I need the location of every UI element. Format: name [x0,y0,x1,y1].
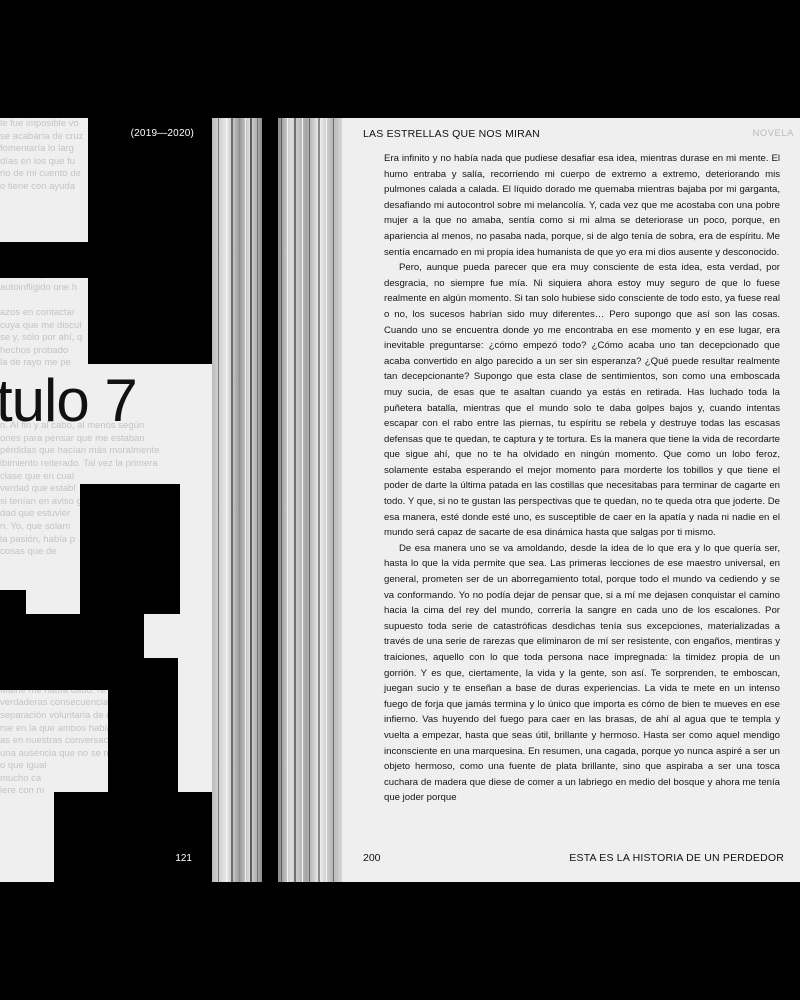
black-block [0,242,90,278]
chapter-title: tulo 7 [0,367,138,434]
paragraph: Era infinito y no había nada que pudiese… [384,153,780,258]
left-page-edges [212,118,262,882]
black-block [54,792,212,882]
show-through-line: rse en la que ambos hablarr [0,722,119,734]
show-through-line: clase que en cual [0,470,74,482]
show-through-line: o que igual [0,760,47,772]
right-page-number: 200 [363,852,381,864]
book-spread: le fue imposible vo se acabaría de cruz fo… [0,118,800,882]
show-through-line: as en nuestras conversaciones [0,735,131,747]
show-through-line: una ausencia que no se mana [0,747,128,759]
page-edge-lines [218,118,258,882]
show-through-line: ibimiento reiterado. Tal vez la primera [0,458,158,470]
right-page-edges [278,118,342,882]
show-through-line: separación voluntaria de mi pa [0,709,130,721]
show-through-line: verdaderas consecuencias de l [0,697,131,709]
left-page: le fue imposible vo se acabaría de cruz fo… [0,118,212,882]
left-page-number: 121 [175,853,192,864]
years-label: (2019—2020) [130,128,194,139]
footer-title: ESTA ES LA HISTORIA DE UN PERDEDOR [569,852,784,864]
paragraph: Pero, aunque pueda parecer que era muy c… [384,262,780,539]
black-block [80,484,180,614]
running-genre: NOVELA [752,128,794,139]
black-block [0,664,80,690]
book-gutter [262,118,278,882]
paragraph: De esa manera uno se va amoldando, desde… [384,542,780,804]
show-through-line: pérdidas que hacían más moralmente [0,445,160,457]
page-edge-lines [281,118,334,882]
show-through-line: mucho ca [0,772,42,784]
right-page: LAS ESTRELLAS QUE NOS MIRAN NOVELA Era i… [342,118,800,882]
running-head: LAS ESTRELLAS QUE NOS MIRAN [363,128,540,140]
black-block [88,278,212,364]
black-block [142,658,178,792]
black-block [108,614,142,792]
body-text: Era infinito y no había nada que pudiese… [384,151,780,806]
